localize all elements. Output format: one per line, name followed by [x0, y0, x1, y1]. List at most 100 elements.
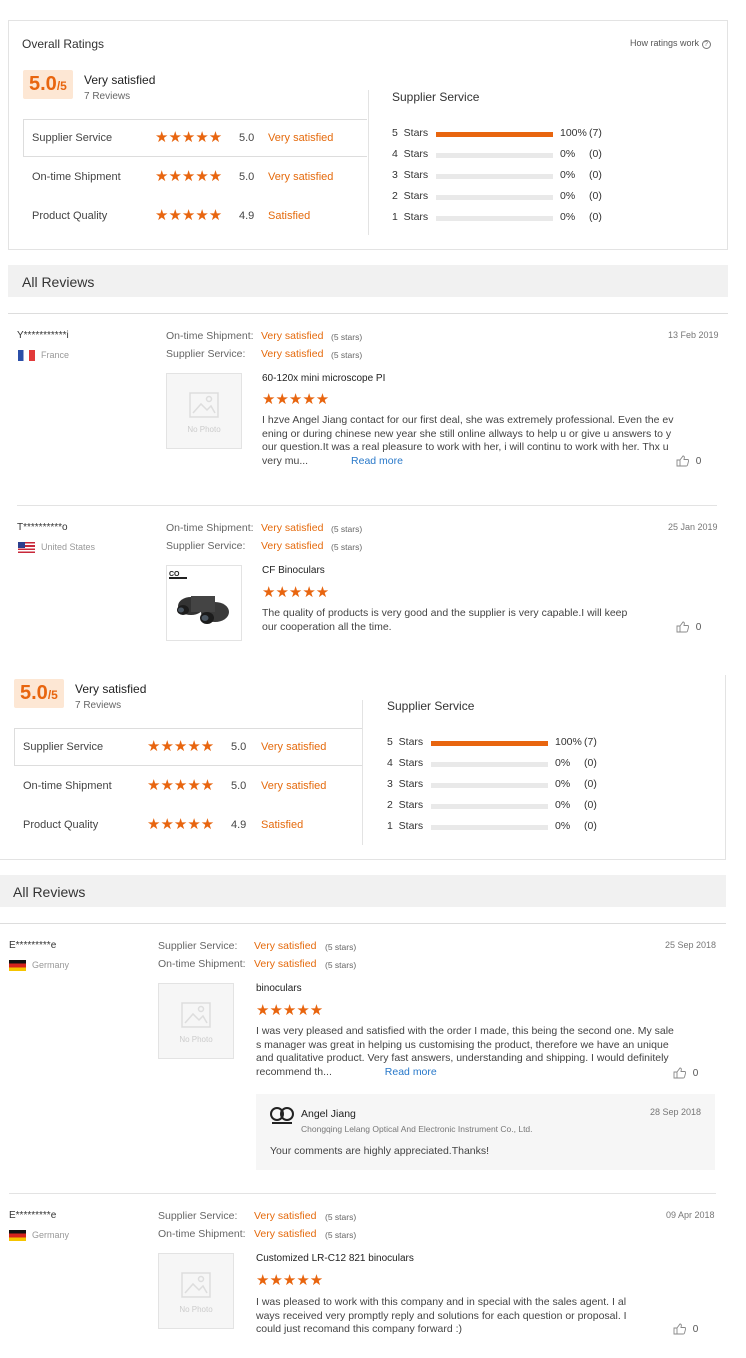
- breakdown-label[interactable]: 5 Stars: [392, 127, 428, 139]
- all-reviews-label: All Reviews: [22, 274, 95, 290]
- breakdown-count: (0): [589, 148, 602, 160]
- overall-score-badge: 5.0/5: [23, 70, 73, 99]
- flag-france-icon: [18, 350, 35, 361]
- reply-company: Chongqing Lelang Optical And Electronic …: [301, 1124, 533, 1134]
- review-rating1-label: Supplier Service:: [158, 1210, 238, 1222]
- category-score: 4.9: [231, 819, 247, 831]
- overall-score-suffix: /5: [56, 79, 67, 93]
- overall-score: 5.0: [29, 73, 57, 95]
- review-country: Germany: [32, 1230, 70, 1240]
- how-ratings-work-link[interactable]: How ratings work ?: [630, 38, 711, 49]
- review-rating1-stars: (5 stars): [331, 524, 363, 534]
- help-icon: ?: [701, 40, 711, 49]
- review-rating1-label: Supplier Service:: [158, 940, 238, 952]
- breakdown-bar: [436, 195, 553, 200]
- breakdown-count: (7): [589, 127, 602, 139]
- breakdown-label[interactable]: 3 Stars: [387, 778, 423, 790]
- like-button[interactable]: 0: [673, 1067, 698, 1079]
- no-photo-label: No Photo: [187, 425, 221, 434]
- like-button[interactable]: 0: [673, 1323, 698, 1335]
- svg-text:CO: CO: [169, 571, 180, 578]
- category-verdict: Satisfied: [261, 819, 304, 831]
- review-product-name[interactable]: 60-120x mini microscope PI: [262, 373, 385, 384]
- category-stars: ★★★★★: [147, 777, 215, 794]
- review-rating2-stars: (5 stars): [325, 960, 357, 970]
- review-rating2-label: On-time Shipment:: [158, 958, 246, 970]
- review-rating1-label: On-time Shipment:: [166, 330, 254, 342]
- reply-date: 28 Sep 2018: [650, 1107, 702, 1117]
- review-country: United States: [41, 542, 96, 552]
- like-button[interactable]: 0: [676, 621, 701, 633]
- review-rating1-value: Very satisfied: [261, 522, 324, 534]
- all-reviews-header: All Reviews: [8, 265, 728, 297]
- breakdown-label[interactable]: 1 Stars: [392, 211, 428, 223]
- breakdown-title: Supplier Service: [387, 699, 475, 713]
- review-product-name[interactable]: binoculars: [256, 983, 302, 994]
- overall-score-badge: 5.0/5: [14, 679, 64, 708]
- read-more-link[interactable]: Read more: [385, 1066, 437, 1078]
- review-rating2-label: Supplier Service:: [166, 348, 246, 360]
- review-text: I hzve Angel Jiang contact for our first…: [262, 414, 674, 467]
- breakdown-label[interactable]: 4 Stars: [387, 757, 423, 769]
- category-score: 5.0: [231, 780, 247, 792]
- review-stars: ★★★★★: [256, 1002, 324, 1019]
- thumbs-up-icon: [676, 621, 690, 633]
- review-rating2-stars: (5 stars): [325, 1230, 357, 1240]
- product-photo[interactable]: No Photo: [166, 373, 242, 449]
- breakdown-count: (0): [584, 799, 597, 811]
- breakdown-bar: [436, 153, 553, 158]
- breakdown-bar: [431, 762, 548, 767]
- overall-score: 5.0: [20, 682, 48, 704]
- review-rating1-stars: (5 stars): [331, 332, 363, 342]
- divider: [8, 313, 728, 314]
- breakdown-percent: 100%: [560, 127, 587, 139]
- breakdown-count: (0): [589, 190, 602, 202]
- divider: [9, 1193, 716, 1194]
- review-text: I was very pleased and satisfied with th…: [256, 1025, 674, 1078]
- review-rating2-label: Supplier Service:: [166, 540, 246, 552]
- product-photo[interactable]: No Photo: [158, 983, 234, 1059]
- review-product-name[interactable]: CF Binoculars: [262, 565, 325, 576]
- thumbs-up-icon: [673, 1323, 687, 1335]
- divider: [17, 505, 717, 506]
- category-score: 5.0: [231, 741, 247, 753]
- vertical-divider: [362, 700, 363, 845]
- divider: [0, 923, 726, 924]
- category-score: 5.0: [239, 171, 255, 183]
- review-rating1-stars: (5 stars): [325, 942, 357, 952]
- like-count: 0: [692, 1067, 699, 1079]
- review-username: T**********o: [17, 522, 68, 533]
- category-verdict: Very satisfied: [268, 171, 334, 183]
- breakdown-label[interactable]: 2 Stars: [387, 799, 423, 811]
- product-photo[interactable]: CO: [166, 565, 242, 641]
- review-product-name[interactable]: Customized LR-C12 821 binoculars: [256, 1253, 414, 1264]
- breakdown-bar: [431, 825, 548, 830]
- category-verdict: Very satisfied: [261, 780, 327, 792]
- no-photo-label: No Photo: [179, 1305, 213, 1314]
- like-button[interactable]: 0: [676, 455, 701, 467]
- no-photo-icon: [181, 1002, 211, 1028]
- product-photo[interactable]: No Photo: [158, 1253, 234, 1329]
- breakdown-title: Supplier Service: [392, 90, 480, 104]
- review-rating1-value: Very satisfied: [254, 1210, 317, 1222]
- breakdown-count: (0): [584, 820, 597, 832]
- breakdown-percent: 0%: [560, 148, 576, 160]
- category-stars: ★★★★★: [155, 207, 223, 224]
- reply-text: Your comments are highly appreciated.Tha…: [270, 1145, 490, 1157]
- review-rating2-stars: (5 stars): [331, 350, 363, 360]
- review-rating1-stars: (5 stars): [325, 1212, 357, 1222]
- breakdown-label[interactable]: 2 Stars: [392, 190, 428, 202]
- category-verdict: Satisfied: [268, 210, 311, 222]
- no-photo-icon: [189, 392, 219, 418]
- review-stars: ★★★★★: [256, 1272, 324, 1289]
- category-row-label: On-time Shipment: [23, 780, 112, 792]
- read-more-link[interactable]: Read more: [351, 455, 403, 467]
- category-row-label: Product Quality: [23, 819, 99, 831]
- breakdown-label[interactable]: 4 Stars: [392, 148, 428, 160]
- breakdown-bar: [431, 783, 548, 788]
- breakdown-label[interactable]: 1 Stars: [387, 820, 423, 832]
- review-username: E*********e: [9, 1210, 57, 1221]
- breakdown-label[interactable]: 3 Stars: [392, 169, 428, 181]
- breakdown-label[interactable]: 5 Stars: [387, 736, 423, 748]
- breakdown-percent: 0%: [560, 169, 576, 181]
